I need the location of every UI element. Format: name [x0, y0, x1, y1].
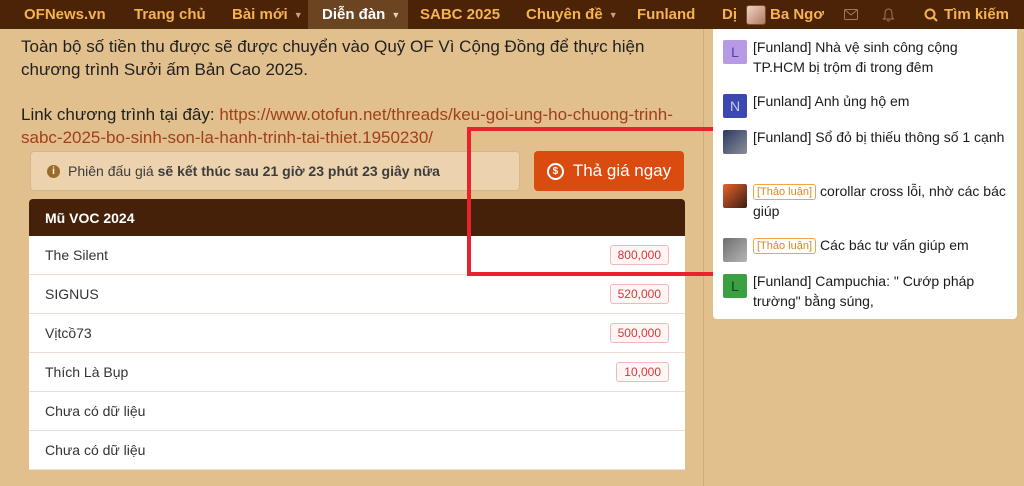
table-row: Chưa có dữ liệu — [29, 431, 685, 470]
inbox-icon[interactable] — [838, 0, 864, 29]
notice-countdown: sẽ kết thúc sau 21 giờ 23 phút 23 giây n… — [157, 163, 440, 179]
nav-item-label: Chuyên đề — [526, 6, 603, 23]
thread-tag: [Thảo luận] — [753, 238, 817, 254]
table-row: Thích Là Bụp 10,000 — [29, 353, 685, 392]
chevron-down-icon[interactable]: ▼ — [391, 10, 400, 20]
nav-item-truncated[interactable]: Dị — [722, 0, 740, 29]
thread-tag: [Thảo luận] — [753, 184, 817, 200]
site-logo[interactable]: OFNews.vn — [24, 0, 106, 29]
bid-amount: 10,000 — [616, 362, 669, 382]
highlight-annotation-box — [467, 127, 740, 276]
avatar — [723, 238, 747, 262]
thread-title-text: Các bác tư vấn giúp em — [820, 237, 969, 253]
thread-title[interactable]: [Thảo luận] corollar cross lỗi, nhờ các b… — [753, 181, 1011, 221]
nav-item-home[interactable]: Trang chủ — [134, 0, 206, 29]
table-row: Vịtcồ73 500,000 — [29, 314, 685, 353]
link-prefix: Link chương trình tại đây: — [21, 105, 220, 124]
chevron-down-icon[interactable]: ▼ — [609, 10, 618, 20]
nav-item-forum[interactable]: Diễn đàn ▼ — [308, 0, 409, 29]
bidder-name: Thích Là Bụp — [45, 364, 129, 380]
bidder-name: Vịtcồ73 — [45, 325, 92, 341]
user-name: Ba Ngơ — [770, 6, 825, 23]
auction-notice: i Phiên đấu giá sẽ kết thúc sau 21 giờ 2… — [30, 151, 520, 191]
avatar: N — [723, 94, 747, 118]
table-row: Chưa có dữ liệu — [29, 392, 685, 431]
nav-item-sabc[interactable]: SABC 2025 — [420, 0, 500, 29]
table-row: SIGNUS 520,000 — [29, 275, 685, 314]
bidder-name: The Silent — [45, 247, 109, 263]
avatar — [746, 4, 766, 25]
avatar — [723, 184, 747, 208]
bell-icon[interactable] — [875, 0, 901, 29]
bidder-name: SIGNUS — [45, 286, 99, 302]
search-button[interactable]: Tìm kiếm — [924, 0, 1009, 29]
thread-title[interactable]: [Funland] Anh ủng hộ em — [753, 91, 1011, 111]
bid-amount: 520,000 — [609, 284, 669, 304]
nav-item-label: SABC 2025 — [420, 6, 501, 23]
nav-item-label: Trang chủ — [134, 6, 206, 23]
nav-item-label: Funland — [637, 6, 696, 23]
post-paragraph: Toàn bộ số tiền thu được sẽ được chuyển … — [21, 37, 645, 79]
nav-item-new-posts[interactable]: Bài mới ▼ — [232, 0, 303, 29]
bidder-name: Chưa có dữ liệu — [45, 442, 146, 458]
nav-item-topics[interactable]: Chuyên đề ▼ — [526, 0, 618, 29]
new-threads-panel: L [Funland] Nhà vệ sinh công cộng TP.HCM… — [713, 29, 1017, 319]
avatar: L — [723, 274, 747, 298]
nav-item-label: Diễn đàn — [322, 6, 386, 23]
search-icon — [924, 8, 938, 22]
bidder-name: Chưa có dữ liệu — [45, 403, 146, 419]
nav-item-label: Bài mới — [232, 6, 288, 23]
search-label: Tìm kiếm — [944, 6, 1010, 23]
user-menu[interactable]: Ba Ngơ — [746, 0, 824, 29]
thread-title[interactable]: [Funland] Campuchia: " Cướp pháp trường"… — [753, 271, 1011, 311]
bid-amount: 500,000 — [609, 323, 669, 343]
top-navbar: OFNews.vn Trang chủ Bài mới ▼ Diễn đàn ▼… — [0, 0, 1024, 29]
nav-item-label: Dị — [722, 6, 737, 23]
thread-title[interactable]: [Thảo luận] Các bác tư vấn giúp em — [753, 235, 1011, 255]
notice-prefix: Phiên đấu giá — [68, 163, 154, 179]
chevron-down-icon[interactable]: ▼ — [294, 10, 303, 20]
avatar — [723, 130, 747, 154]
avatar: L — [723, 40, 747, 64]
info-icon: i — [47, 164, 60, 178]
thread-title[interactable]: [Funland] Nhà vệ sinh công cộng TP.HCM b… — [753, 37, 1011, 77]
nav-item-funland[interactable]: Funland — [637, 0, 695, 29]
thread-title[interactable]: [Funland] Sổ đỏ bị thiếu thông số 1 cạnh — [753, 127, 1011, 147]
